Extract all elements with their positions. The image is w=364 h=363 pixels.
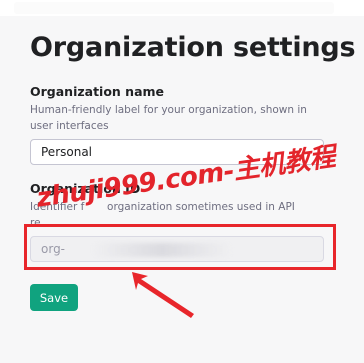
annotation-highlight-box [24, 224, 336, 270]
org-name-help: Human-friendly label for your organizati… [30, 104, 307, 132]
page-title: Organization settings [30, 32, 356, 63]
org-name-label: Organization name [30, 84, 165, 99]
org-id-help-end: organization sometimes used in API [107, 201, 295, 213]
save-button[interactable]: Save [30, 284, 78, 311]
annotation-arrow-icon [132, 272, 194, 318]
top-bar [0, 0, 364, 16]
